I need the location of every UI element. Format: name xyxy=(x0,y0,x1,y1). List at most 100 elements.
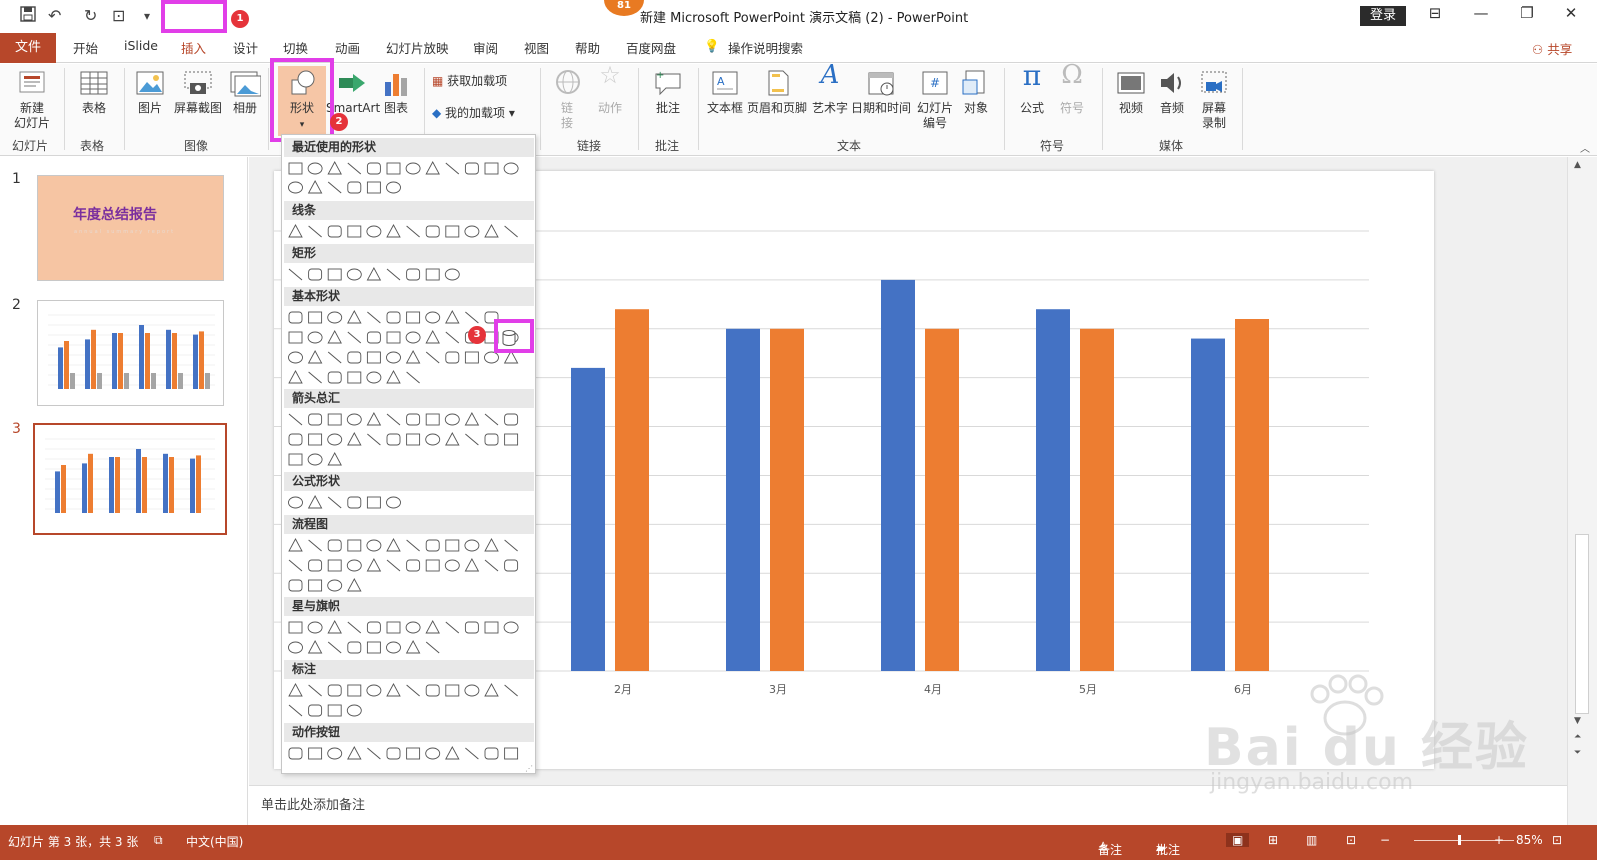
gallery-shape[interactable] xyxy=(288,413,303,426)
gallery-shape[interactable] xyxy=(347,351,362,364)
gallery-shape[interactable] xyxy=(347,684,362,697)
gallery-shape[interactable] xyxy=(327,181,342,194)
gallery-shape[interactable] xyxy=(464,558,480,572)
gallery-shape[interactable] xyxy=(386,224,401,238)
gallery-shape[interactable] xyxy=(406,684,420,697)
gallery-shape[interactable] xyxy=(327,268,342,281)
gallery-shape[interactable] xyxy=(327,496,342,509)
gallery-shape[interactable] xyxy=(405,331,421,344)
gallery-shape[interactable] xyxy=(484,538,499,552)
gallery-shape[interactable] xyxy=(347,162,362,175)
gallery-shape[interactable] xyxy=(504,559,519,572)
zoom-level[interactable]: 85% xyxy=(1516,833,1543,847)
gallery-shape[interactable] xyxy=(366,267,382,281)
gallery-shape[interactable] xyxy=(366,539,382,552)
gallery-shape[interactable] xyxy=(288,621,303,634)
slide-thumbnail-1[interactable]: 年度总结报告 annual summary report xyxy=(37,175,224,281)
save-icon[interactable] xyxy=(20,6,36,26)
gallery-shape[interactable] xyxy=(386,370,401,384)
gallery-shape[interactable] xyxy=(504,413,519,426)
gallery-shape[interactable] xyxy=(366,181,381,194)
gallery-shape[interactable] xyxy=(367,311,381,324)
gallery-shape[interactable] xyxy=(425,413,440,426)
gallery-shape[interactable] xyxy=(308,559,323,572)
gallery-shape[interactable] xyxy=(504,433,519,446)
chart-bar[interactable] xyxy=(726,328,760,671)
present-icon[interactable]: ⊡ xyxy=(112,6,125,25)
gallery-shape[interactable] xyxy=(504,539,518,552)
gallery-shape[interactable] xyxy=(445,621,460,634)
gallery-shape[interactable] xyxy=(327,433,343,446)
language-indicator[interactable]: 中文(中国) xyxy=(186,833,243,850)
gallery-shape[interactable] xyxy=(445,539,460,552)
tab-design[interactable]: 设计 xyxy=(233,38,258,57)
gallery-shape[interactable] xyxy=(347,641,362,654)
symbol-button[interactable]: Ω 符号 xyxy=(1054,62,1090,116)
gallery-shape[interactable] xyxy=(406,311,421,324)
gallery-shape[interactable] xyxy=(288,559,303,572)
gallery-shape[interactable] xyxy=(327,579,343,592)
gallery-shape[interactable] xyxy=(288,683,303,697)
gallery-shape[interactable] xyxy=(366,162,381,175)
chart-bar[interactable] xyxy=(615,309,649,671)
gallery-shape[interactable] xyxy=(307,162,323,175)
gallery-shape[interactable] xyxy=(504,684,518,697)
gallery-shape[interactable] xyxy=(484,351,499,364)
normal-view-icon[interactable]: ▣ xyxy=(1226,833,1250,847)
chart-button[interactable]: 图表 xyxy=(378,68,414,116)
gallery-shape[interactable] xyxy=(288,433,303,446)
gallery-shape[interactable] xyxy=(366,641,381,654)
gallery-shape[interactable] xyxy=(464,412,480,426)
slide-thumbnail-2[interactable] xyxy=(37,300,224,406)
gallery-shape[interactable] xyxy=(406,225,420,238)
tab-insert[interactable]: 插入 xyxy=(181,38,206,57)
gallery-shape[interactable] xyxy=(445,225,460,238)
gallery-shape[interactable] xyxy=(366,558,382,572)
gallery-shape[interactable] xyxy=(406,747,421,760)
gallery-shape[interactable] xyxy=(425,684,440,697)
table-button[interactable]: 表格 xyxy=(72,68,116,116)
gallery-shape[interactable] xyxy=(464,162,479,175)
gallery-shape[interactable] xyxy=(307,640,323,654)
gallery-shape[interactable] xyxy=(347,539,362,552)
share-button[interactable]: ⚇ 共享 xyxy=(1532,39,1572,58)
gallery-shape[interactable] xyxy=(346,559,362,572)
ribbon-display-icon[interactable]: ⊟ xyxy=(1420,4,1450,22)
gallery-shape[interactable] xyxy=(445,684,460,697)
gallery-shape[interactable] xyxy=(425,161,440,175)
gallery-shape[interactable] xyxy=(503,621,519,634)
album-button[interactable]: 相册 xyxy=(226,68,264,116)
slide-sorter-icon[interactable]: ⊞ xyxy=(1268,833,1278,847)
gallery-shape[interactable] xyxy=(308,747,323,760)
spellcheck-icon[interactable]: ⧉ xyxy=(154,833,163,848)
link-button[interactable]: 链 接 xyxy=(552,68,582,131)
collapse-ribbon-icon[interactable]: ︿ xyxy=(1580,140,1590,155)
gallery-shape[interactable] xyxy=(484,747,499,760)
gallery-shape[interactable] xyxy=(366,684,382,697)
gallery-shape[interactable] xyxy=(307,350,323,364)
gallery-shape[interactable] xyxy=(347,310,362,324)
gallery-shape[interactable] xyxy=(405,162,421,175)
gallery-shape[interactable] xyxy=(464,539,480,552)
gallery-shape[interactable] xyxy=(425,330,440,344)
audio-button[interactable]: 音频 xyxy=(1154,68,1190,116)
gallery-shape[interactable] xyxy=(308,539,322,552)
gallery-shape[interactable] xyxy=(405,350,421,364)
gallery-shape[interactable] xyxy=(288,370,303,384)
gallery-shape[interactable] xyxy=(366,351,381,364)
gallery-shape[interactable] xyxy=(308,684,322,697)
gallery-shape[interactable] xyxy=(327,620,342,634)
gallery-shape[interactable] xyxy=(327,704,342,717)
gallery-shape[interactable] xyxy=(367,433,381,446)
gallery-shape[interactable] xyxy=(308,704,323,717)
chart-bar[interactable] xyxy=(881,279,915,671)
gallery-shape[interactable] xyxy=(307,331,323,344)
picture-button[interactable]: 图片 xyxy=(130,68,170,116)
gallery-shape[interactable] xyxy=(347,746,362,760)
gallery-shape[interactable] xyxy=(425,559,440,572)
reading-view-icon[interactable]: ▥ xyxy=(1306,833,1317,847)
video-button[interactable]: 视频 xyxy=(1112,68,1150,116)
gallery-shape[interactable] xyxy=(288,311,303,324)
scroll-down-icon[interactable]: ▼ xyxy=(1574,716,1581,726)
next-slide-icon[interactable]: ⏷ xyxy=(1574,748,1581,758)
